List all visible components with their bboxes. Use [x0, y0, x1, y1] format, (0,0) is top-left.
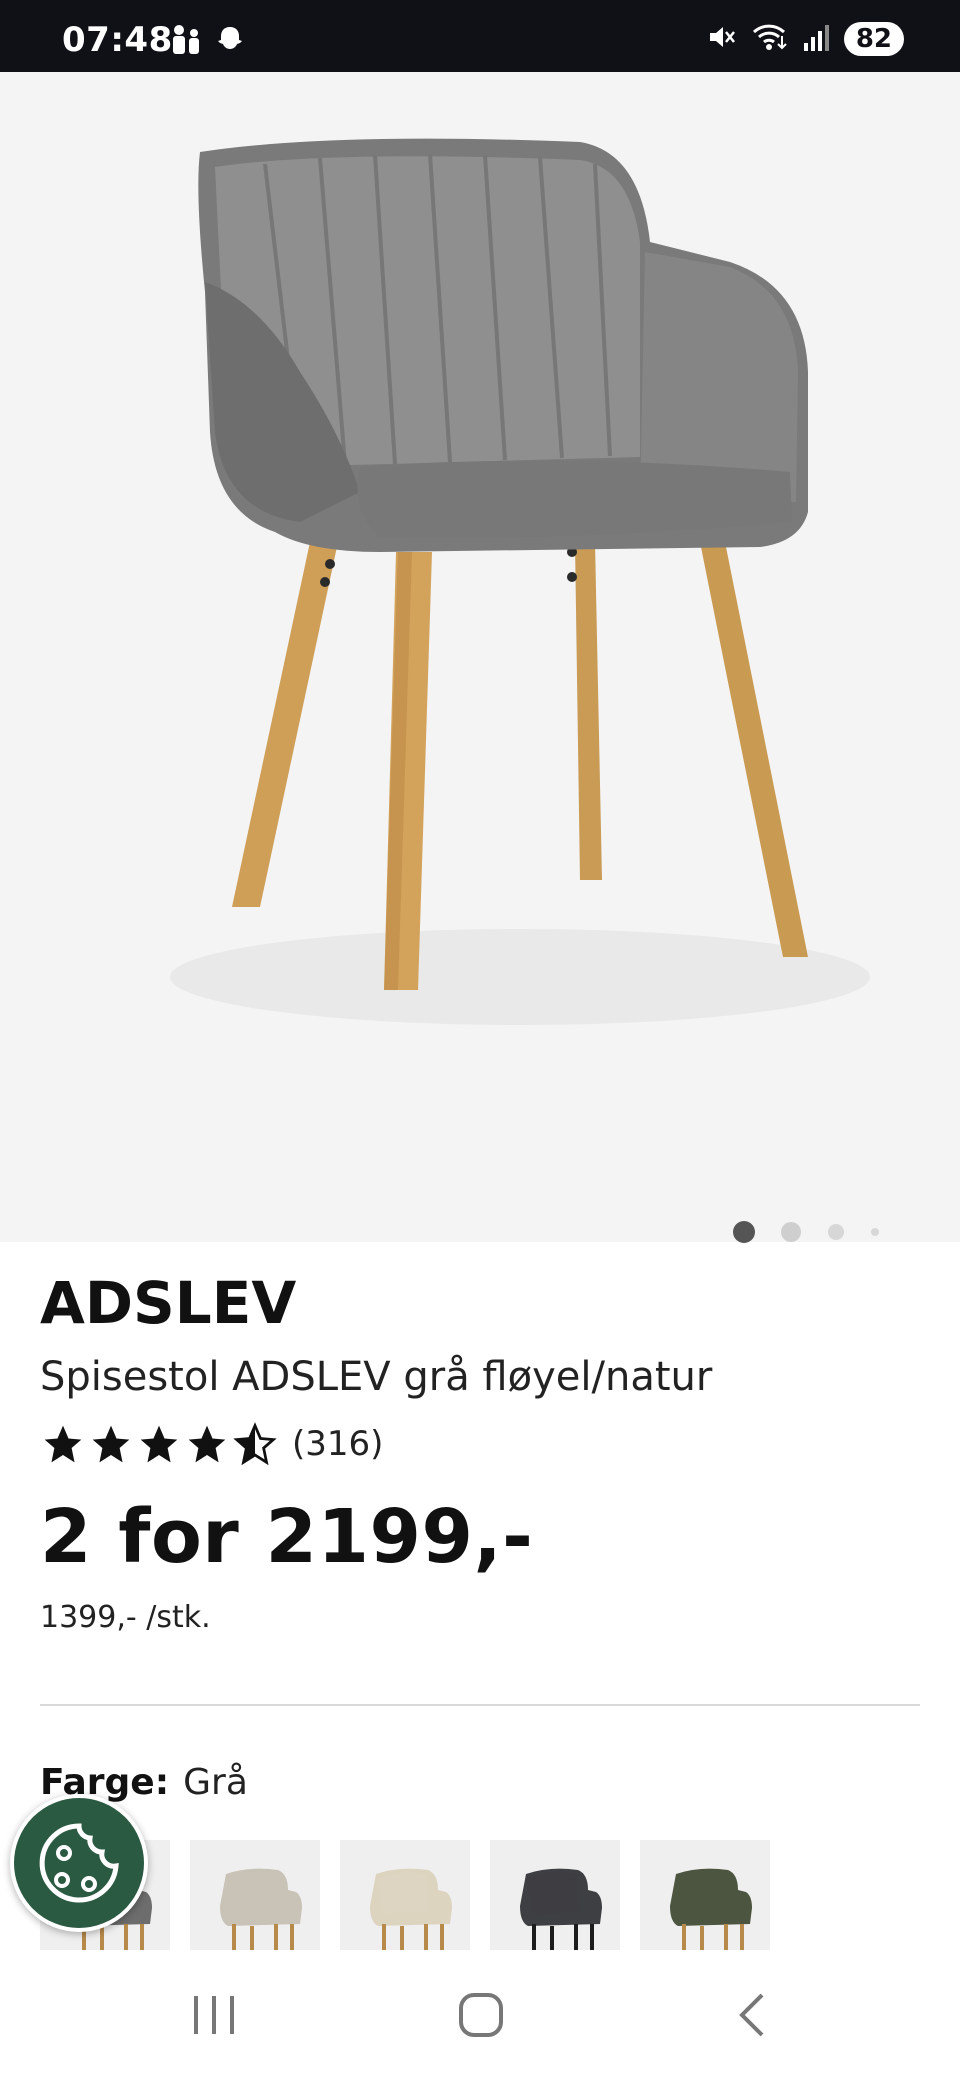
- status-bar: 07:48 82: [0, 0, 960, 72]
- cookie-icon: [39, 1823, 119, 1903]
- color-swatch[interactable]: [340, 1840, 470, 1952]
- battery-icon: 82: [843, 22, 904, 56]
- snapchat-icon: [214, 24, 246, 60]
- chair-image: [170, 138, 870, 1025]
- product-info: ADSLEV Spisestol ADSLEV grå fløyel/natur…: [40, 1268, 920, 1635]
- half-star-icon: [233, 1422, 277, 1466]
- back-icon[interactable]: [732, 1990, 772, 2044]
- color-swatch[interactable]: [640, 1840, 770, 1952]
- color-value: Grå: [183, 1762, 248, 1803]
- product-brand: ADSLEV: [40, 1269, 297, 1337]
- product-price: 2 for 2199,-: [40, 1494, 534, 1580]
- color-swatch[interactable]: [490, 1840, 620, 1952]
- mute-icon: [706, 22, 736, 56]
- review-count[interactable]: (316): [292, 1424, 383, 1464]
- gallery-dots[interactable]: [730, 1212, 880, 1252]
- color-swatches: [40, 1840, 770, 1952]
- recent-apps-icon[interactable]: [190, 1990, 238, 2044]
- color-swatch[interactable]: [190, 1840, 320, 1952]
- status-time: 07:48: [62, 20, 173, 60]
- gallery-dot: [871, 1228, 879, 1236]
- product-image-gallery[interactable]: [0, 72, 960, 1243]
- star-icon: [92, 1425, 130, 1463]
- system-nav-bar: [0, 1950, 960, 2080]
- gallery-dot: [781, 1222, 801, 1242]
- family-icon: [170, 24, 204, 60]
- gallery-dot: [828, 1224, 844, 1240]
- swatch-chair-image: [520, 1868, 602, 1952]
- swatch-chair-image: [670, 1868, 752, 1952]
- star-icon: [188, 1425, 226, 1463]
- wifi-icon: [750, 22, 790, 56]
- home-icon[interactable]: [458, 1990, 504, 2044]
- swatch-chair-image: [370, 1868, 452, 1952]
- product-name: Spisestol ADSLEV grå fløyel/natur: [40, 1354, 713, 1400]
- divider: [40, 1704, 920, 1706]
- signal-icon: [803, 23, 830, 55]
- star-icon: [140, 1425, 178, 1463]
- unit-price: 1399,- /stk.: [40, 1600, 211, 1635]
- star-icon: [44, 1425, 82, 1463]
- swatch-chair-image: [220, 1868, 302, 1952]
- cookie-settings-button[interactable]: [10, 1794, 148, 1932]
- rating-row[interactable]: (316): [40, 1420, 920, 1468]
- star-rating: [40, 1422, 278, 1466]
- gallery-dot-active: [733, 1221, 755, 1243]
